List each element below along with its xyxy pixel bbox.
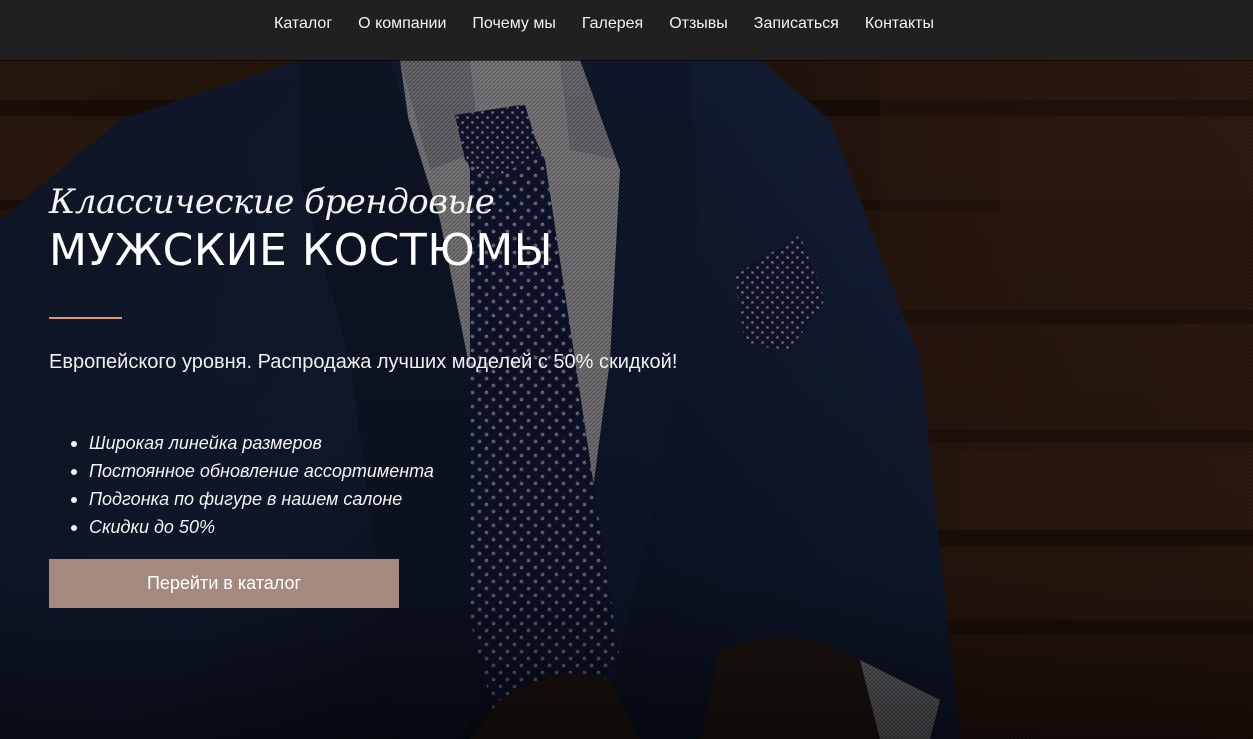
hero-title-main: МУЖСКИЕ КОСТЮМЫ bbox=[49, 225, 554, 276]
bullet-icon bbox=[71, 497, 77, 503]
feature-text: Постоянное обновление ассортимента bbox=[89, 461, 434, 481]
top-navbar: Каталог О компании Почему мы Галерея Отз… bbox=[0, 0, 1253, 60]
accent-divider bbox=[49, 317, 122, 319]
hero-section: Классические брендовые МУЖСКИЕ КОСТЮМЫ Е… bbox=[0, 60, 1253, 739]
nav-item-reviews[interactable]: Отзывы bbox=[669, 15, 728, 33]
bullet-icon bbox=[71, 441, 77, 447]
hero-title-italic: Классические брендовые bbox=[49, 182, 495, 222]
hero-subtitle: Европейского уровня. Распродажа лучших м… bbox=[49, 351, 678, 373]
page: Каталог О компании Почему мы Галерея Отз… bbox=[0, 0, 1253, 739]
nav-item-about[interactable]: О компании bbox=[358, 15, 446, 33]
bullet-icon bbox=[71, 525, 77, 531]
nav-item-contacts[interactable]: Контакты bbox=[865, 15, 934, 33]
nav-item-catalog[interactable]: Каталог bbox=[274, 15, 332, 33]
feature-text: Подгонка по фигуре в нашем салоне bbox=[89, 489, 403, 509]
nav-item-gallery[interactable]: Галерея bbox=[582, 15, 643, 33]
nav-menu: Каталог О компании Почему мы Галерея Отз… bbox=[274, 0, 934, 48]
feature-item: Широкая линейка размеров bbox=[49, 429, 434, 457]
feature-text: Широкая линейка размеров bbox=[89, 433, 322, 453]
feature-item: Скидки до 50% bbox=[49, 513, 434, 541]
go-to-catalog-button[interactable]: Перейти в каталог bbox=[49, 559, 399, 608]
hero-background-image bbox=[0, 60, 1253, 739]
feature-item: Подгонка по фигуре в нашем салоне bbox=[49, 485, 434, 513]
feature-text: Скидки до 50% bbox=[89, 517, 215, 537]
nav-item-signup[interactable]: Записаться bbox=[754, 15, 839, 33]
features-list: Широкая линейка размеров Постоянное обно… bbox=[49, 429, 434, 541]
feature-item: Постоянное обновление ассортимента bbox=[49, 457, 434, 485]
nav-item-why-us[interactable]: Почему мы bbox=[472, 15, 555, 33]
bullet-icon bbox=[71, 469, 77, 475]
